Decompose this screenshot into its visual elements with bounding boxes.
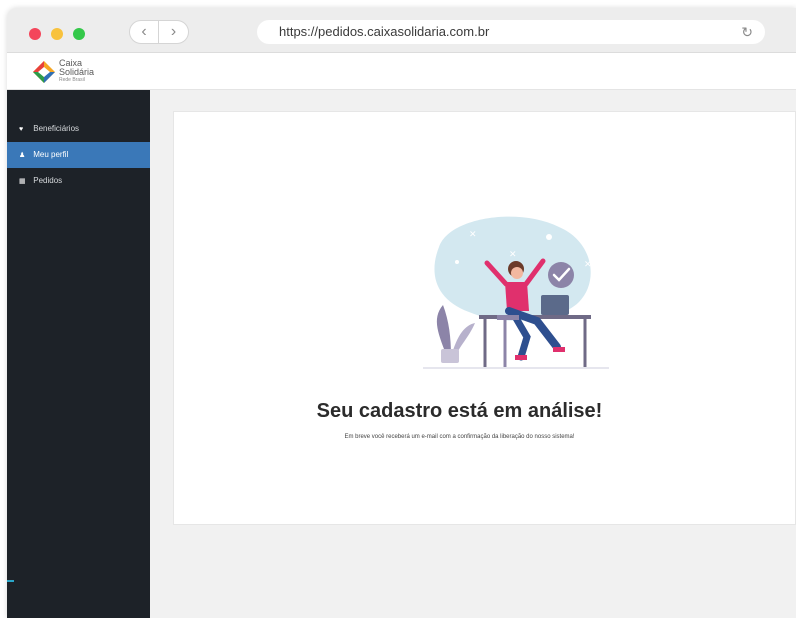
svg-text:✕: ✕: [509, 249, 517, 259]
minimize-window-button[interactable]: [51, 28, 63, 40]
svg-text:✕: ✕: [584, 259, 592, 269]
svg-text:✕: ✕: [469, 229, 477, 239]
sidebar-item-meu-perfil[interactable]: ♟ Meu perfil: [7, 142, 150, 168]
main-content-card: ✕ ✕ ✕ Seu cadastro está em análise! Em b…: [173, 111, 796, 525]
logo-mark-icon: [33, 61, 55, 83]
approval-pending-illustration: ✕ ✕ ✕: [423, 216, 609, 369]
page-title: Seu cadastro está em análise!: [316, 400, 603, 422]
logo-tagline: Rede Brasil: [59, 77, 85, 83]
browser-window: ‹ › https://pedidos.caixasolidaria.com.b…: [7, 8, 796, 618]
sidebar-item-label: Pedidos: [33, 176, 63, 185]
maximize-window-button[interactable]: [73, 28, 85, 40]
heart-icon: ♥: [19, 126, 24, 133]
logo-line-2: Solidária: [59, 67, 95, 77]
reload-icon[interactable]: ↻: [741, 20, 753, 44]
sidebar-item-label: Beneficiários: [33, 124, 80, 133]
logo-text: Caixa Solidária Rede Brasil: [59, 59, 95, 84]
sidebar-item-beneficiarios[interactable]: ♥ Beneficiários: [7, 116, 150, 142]
sidebar-menu: ♥ Beneficiários ♟ Meu perfil ▦ Pedidos: [7, 116, 150, 194]
sidebar-item-pedidos[interactable]: ▦ Pedidos: [7, 168, 150, 194]
address-bar[interactable]: https://pedidos.caixasolidaria.com.br ↻: [257, 20, 765, 44]
chevron-left-icon: ‹: [141, 23, 147, 40]
forward-button[interactable]: ›: [159, 20, 189, 44]
chevron-right-icon: ›: [170, 23, 177, 40]
page-subtitle: Em breve você receberá um e-mail com a c…: [344, 434, 575, 440]
sidebar-item-label: Meu perfil: [33, 150, 69, 159]
back-button[interactable]: ‹: [129, 20, 159, 44]
close-window-button[interactable]: [29, 28, 41, 40]
list-icon: ▦: [19, 178, 26, 185]
user-icon: ♟: [19, 152, 26, 159]
accent-line: [7, 580, 14, 582]
browser-titlebar: ‹ › https://pedidos.caixasolidaria.com.b…: [7, 8, 796, 53]
app-header: Caixa Solidária Rede Brasil: [7, 53, 796, 90]
sidebar: ♥ Beneficiários ♟ Meu perfil ▦ Pedidos: [7, 90, 150, 618]
url-text: https://pedidos.caixasolidaria.com.br: [279, 24, 490, 39]
